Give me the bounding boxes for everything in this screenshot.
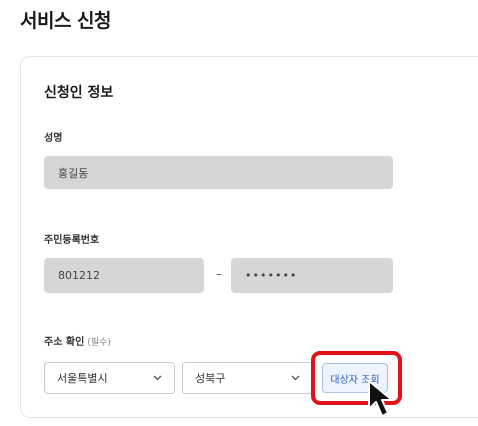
resident-number-front-field[interactable]: 801212 [44, 258, 204, 293]
section-title: 신청인 정보 [44, 85, 114, 101]
name-field[interactable]: 홍길동 [44, 156, 393, 189]
name-label: 성명 [44, 133, 63, 144]
mouse-pointer-icon [367, 379, 401, 419]
page-title: 서비스 신청 [20, 10, 112, 32]
chevron-down-icon [290, 373, 300, 383]
resident-number-back-field[interactable]: ••••••• [231, 258, 393, 293]
address-label-text: 주소 확인 [44, 337, 85, 348]
resident-number-label: 주민등록번호 [44, 235, 100, 246]
district-select-value: 성북구 [195, 372, 226, 385]
resident-number-separator: – [216, 267, 222, 281]
name-value: 홍길동 [58, 166, 89, 180]
city-select-value: 서울특별시 [57, 372, 108, 385]
city-select[interactable]: 서울특별시 [44, 362, 175, 394]
required-hint: (필수) [87, 338, 111, 348]
address-label: 주소 확인 (필수) [44, 333, 111, 348]
district-select[interactable]: 성북구 [182, 362, 313, 394]
resident-number-back-value: ••••••• [245, 269, 298, 282]
page: 서비스 신청 신청인 정보 성명 홍길동 주민등록번호 801212 – •••… [0, 0, 478, 426]
resident-number-front-value: 801212 [58, 269, 100, 282]
chevron-down-icon [152, 373, 162, 383]
